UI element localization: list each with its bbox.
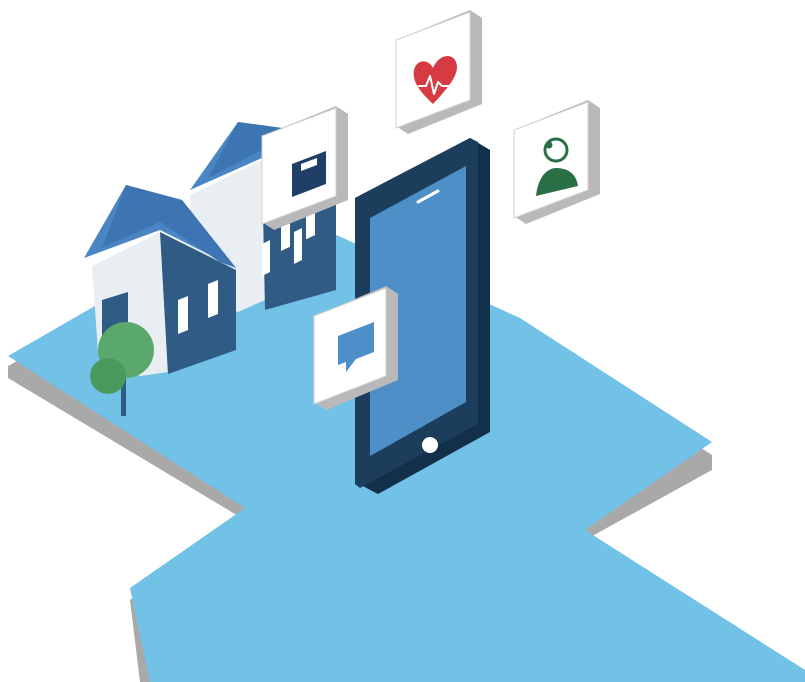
telehealth-illustration xyxy=(8,10,805,682)
doctor-tile xyxy=(513,100,600,224)
heart-rate-tile xyxy=(395,10,482,134)
